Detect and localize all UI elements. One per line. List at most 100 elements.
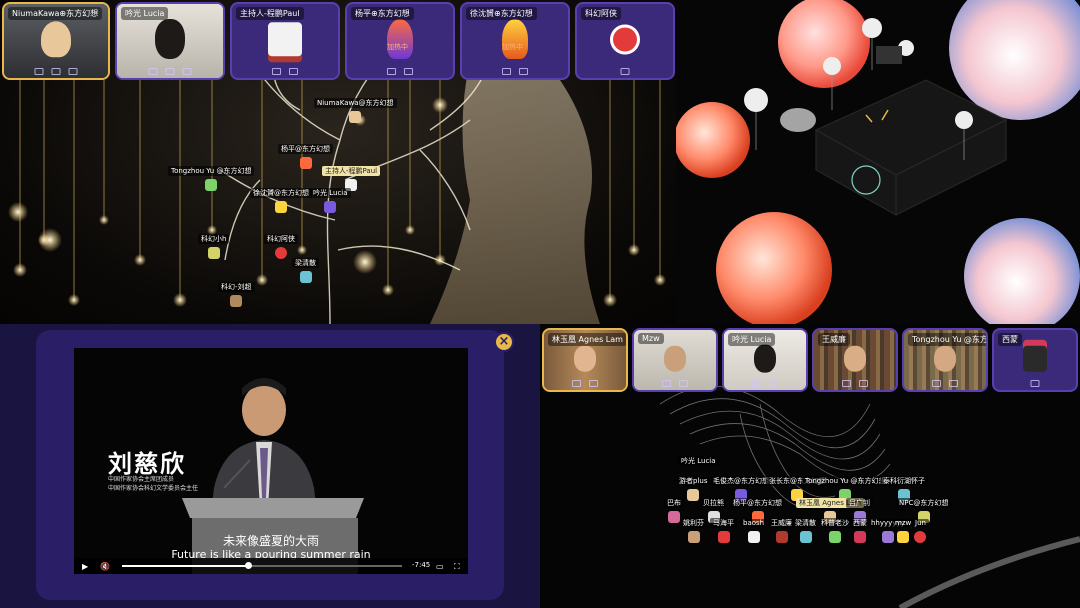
avatar-label: NPC@东方幻想 <box>896 498 952 508</box>
mic-icon[interactable] <box>1030 380 1040 387</box>
video-tile-simon[interactable]: 西蒙 <box>992 328 1078 392</box>
map-avatar[interactable]: 科普老沙 <box>818 510 852 543</box>
tile-controls[interactable] <box>387 68 413 75</box>
avatar-label: 科幻-刘超 <box>218 282 255 292</box>
mic-icon[interactable] <box>932 380 941 387</box>
mic-icon[interactable] <box>842 380 851 387</box>
progress-bar[interactable] <box>122 562 402 569</box>
map-avatar[interactable]: 王威廉 <box>768 510 795 543</box>
video-tile-wangweilian[interactable]: 王威廉 <box>812 328 898 392</box>
player-controls[interactable]: ▶ 🔇 -7:45 ▭ ⛶ <box>74 558 468 574</box>
tile-controls[interactable] <box>752 380 778 387</box>
expand-icon[interactable] <box>289 68 298 75</box>
map-avatar[interactable]: 徐沈贇@东方幻想 <box>250 180 312 213</box>
progress-knob[interactable] <box>245 562 252 569</box>
video-tile-paul[interactable]: 主持人-程鹏Paul <box>230 2 340 80</box>
avatar-sprite <box>324 201 337 213</box>
avatar-label: 科普老沙 <box>818 518 852 528</box>
tile-controls[interactable] <box>1030 380 1040 387</box>
video-tile-lucia[interactable]: 吟光 Lucia <box>115 2 225 80</box>
expand-icon[interactable] <box>404 68 413 75</box>
mute-icon[interactable]: 🔇 <box>100 562 110 571</box>
avatar-label: 游者plus <box>676 476 711 486</box>
video-screen[interactable]: 刘慈欣 中国作家协会主席团成员 中国作家协会科幻文学委员会主任 未来像盛夏的大雨… <box>74 348 468 574</box>
tile-controls[interactable] <box>148 68 192 75</box>
tile-controls[interactable] <box>842 380 868 387</box>
close-icon[interactable]: × <box>494 332 514 352</box>
mic-icon[interactable] <box>34 68 44 75</box>
video-player-panel[interactable]: 刘慈欣 中国作家协会主席团成员 中国作家协会科幻文学委员会主任 未来像盛夏的大雨… <box>0 324 540 608</box>
video-tile-kehuanaxia[interactable]: 科幻阿侠 <box>575 2 675 80</box>
map-avatar[interactable]: 科幻-刘超 <box>218 274 255 307</box>
virtual-room-forest[interactable]: NiumaKawa⊕东方幻想 吟光 Lucia 主持人-程鹏Paul 杨平⊕东方… <box>0 0 676 324</box>
avatar-label: 梁清散 <box>292 258 319 268</box>
video-player-frame[interactable]: 刘慈欣 中国作家协会主席团成员 中国作家协会科幻文学委员会主任 未来像盛夏的大雨… <box>36 330 514 600</box>
picture-in-picture-icon[interactable]: ▭ <box>436 562 444 571</box>
progress-fill <box>122 565 248 567</box>
camera-icon[interactable] <box>949 380 958 387</box>
mic-icon[interactable] <box>387 68 396 75</box>
pixel-avatar <box>1023 345 1047 372</box>
map-avatar[interactable]: 姚利芬 <box>680 510 707 543</box>
tile-controls[interactable] <box>272 68 298 75</box>
video-tile-xushenyun[interactable]: 徐沈贇⊕东方幻想 加热中 <box>460 2 570 80</box>
video-tile-agnes[interactable]: 林玉凰 Agnes Lam <box>542 328 628 392</box>
avatar-sprite <box>854 531 866 543</box>
map-avatar[interactable]: 吟光 Lucia <box>310 180 351 213</box>
avatar-label: 吟光 Lucia <box>678 456 719 466</box>
expand-icon[interactable] <box>182 68 192 75</box>
virtual-room-sculpture[interactable]: 林玉凰 Agnes Lam Mzw 吟光 Lucia 王威廉 Tongzhou … <box>540 324 1080 608</box>
camera-icon[interactable] <box>679 380 688 387</box>
tile-controls[interactable] <box>502 68 528 75</box>
tile-controls[interactable] <box>932 380 958 387</box>
mic-icon[interactable] <box>662 380 671 387</box>
tile-controls[interactable] <box>662 380 688 387</box>
fullscreen-icon[interactable]: ⛶ <box>454 562 460 572</box>
avatar-label: 梁清散 <box>792 518 819 528</box>
tile-controls[interactable] <box>34 68 78 75</box>
play-icon[interactable]: ▶ <box>82 562 88 571</box>
tile-controls[interactable] <box>572 380 598 387</box>
avatar-label: 贝拉熊 <box>700 498 727 508</box>
mic-icon[interactable] <box>620 68 630 75</box>
map-avatar[interactable]: NiumaKawa@东方幻想 <box>314 90 397 123</box>
map-avatar[interactable]: 科幻小h <box>198 226 230 259</box>
tile-badge: 加热中 <box>502 43 523 51</box>
expand-icon[interactable] <box>68 68 78 75</box>
tile-name: 杨平⊕东方幻想 <box>351 7 414 20</box>
map-avatar[interactable]: 吟光 Lucia <box>678 448 719 467</box>
map-avatar[interactable]: 梁清散 <box>292 250 319 283</box>
mic-icon[interactable] <box>148 68 158 75</box>
video-tile-yangping[interactable]: 杨平⊕东方幻想 加热中 <box>345 2 455 80</box>
avatar-sprite <box>668 511 680 523</box>
camera-icon[interactable] <box>51 68 61 75</box>
mic-icon[interactable] <box>272 68 281 75</box>
map-avatar[interactable]: 梁清散 <box>792 510 819 543</box>
video-tile-mzw[interactable]: Mzw <box>632 328 718 392</box>
mic-icon[interactable] <box>502 68 511 75</box>
expand-icon[interactable] <box>519 68 528 75</box>
virtual-room-balloons[interactable] <box>676 0 1080 324</box>
camera-icon[interactable] <box>589 380 598 387</box>
tile-name: 吟光 Lucia <box>121 7 169 20</box>
mic-icon[interactable] <box>752 380 761 387</box>
video-tile-tongzhou[interactable]: Tongzhou Yu @东方幻想 <box>902 328 988 392</box>
avatar-label: 吕广钊 <box>846 498 873 508</box>
video-tile-niumakawa[interactable]: NiumaKawa⊕东方幻想 <box>2 2 110 80</box>
mic-icon[interactable] <box>572 380 581 387</box>
camera-icon[interactable] <box>769 380 778 387</box>
participant-face <box>934 345 956 372</box>
camera-icon[interactable] <box>859 380 868 387</box>
map-avatar[interactable]: mzw <box>892 510 915 543</box>
map-avatar[interactable]: 马海平 <box>710 510 737 543</box>
map-avatar[interactable]: Tongzhou Yu @东方幻想 <box>168 158 255 191</box>
map-avatar[interactable]: Jun <box>912 510 929 543</box>
video-tile-lucia-2[interactable]: 吟光 Lucia <box>722 328 808 392</box>
avatar-label: mzw <box>892 519 915 527</box>
avatar-sprite <box>687 531 700 543</box>
map-avatar[interactable]: baosh <box>740 510 768 543</box>
avatar-label: 徐沈贇@东方幻想 <box>250 188 312 198</box>
tile-controls[interactable] <box>620 68 630 75</box>
map-avatar[interactable]: 西蒙 <box>850 510 870 543</box>
camera-icon[interactable] <box>165 68 175 75</box>
